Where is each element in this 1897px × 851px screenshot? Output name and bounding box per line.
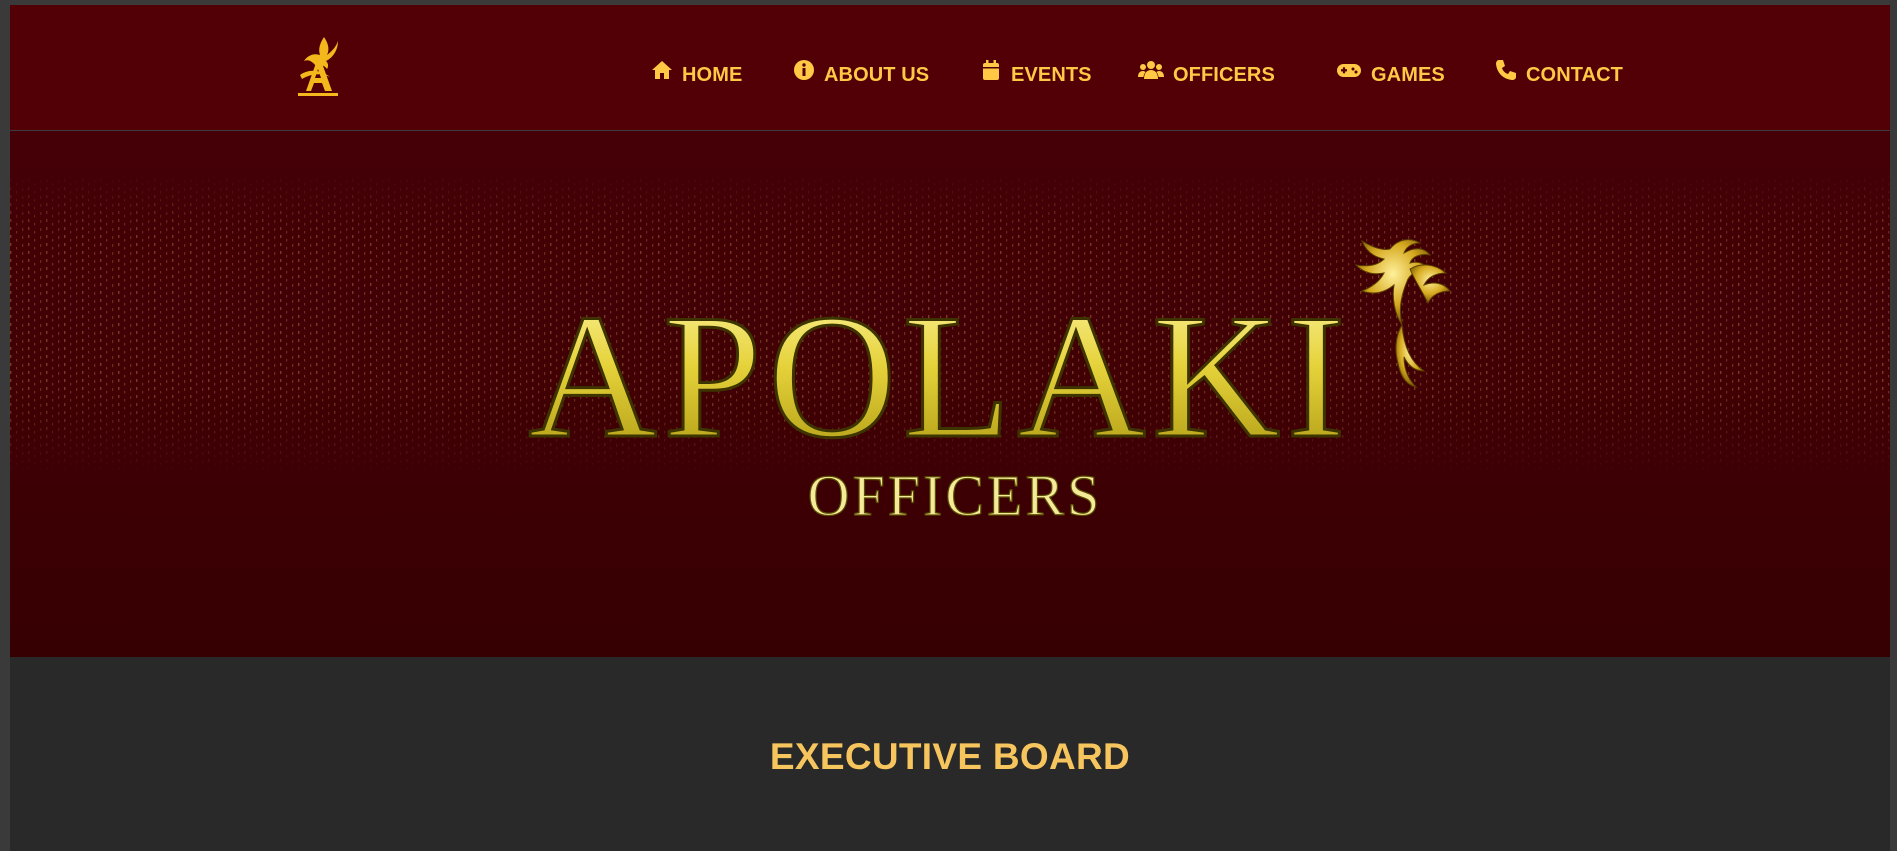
nav-about-us-label: ABOUT US xyxy=(824,63,930,86)
phone-icon xyxy=(1495,59,1517,81)
home-icon xyxy=(651,59,673,81)
nav-officers[interactable]: OFFICERS xyxy=(1138,55,1275,95)
top-navbar: HOME ABOUT US EVENTS OFFICERS GAMES CONT… xyxy=(10,5,1890,131)
nav-events[interactable]: EVENTS xyxy=(980,55,1092,95)
hero-title: APOLAKI xyxy=(528,277,1351,475)
gamepad-icon xyxy=(1336,59,1362,81)
nav-events-label: EVENTS xyxy=(1011,63,1092,86)
nav-games-label: GAMES xyxy=(1371,63,1445,86)
hero-graphic: APOLAKI OFFICERS xyxy=(10,171,1890,531)
hero-subtitle: OFFICERS xyxy=(808,463,1103,528)
nav-contact-label: CONTACT xyxy=(1526,63,1623,86)
users-icon xyxy=(1138,59,1164,81)
executive-board-heading: EXECUTIVE BOARD xyxy=(769,735,1131,777)
nav-home[interactable]: HOME xyxy=(651,55,742,95)
hero-banner: APOLAKI OFFICERS xyxy=(10,131,1890,657)
phoenix-a-logo-icon[interactable] xyxy=(294,33,342,101)
calendar-icon xyxy=(980,59,1002,81)
nav-games[interactable]: GAMES xyxy=(1336,55,1445,95)
nav-officers-label: OFFICERS xyxy=(1173,63,1275,86)
nav-home-label: HOME xyxy=(682,63,743,86)
page-frame: HOME ABOUT US EVENTS OFFICERS GAMES CONT… xyxy=(10,5,1890,851)
info-circle-icon xyxy=(793,59,815,81)
nav-contact[interactable]: CONTACT xyxy=(1495,55,1623,95)
nav-about-us[interactable]: ABOUT US xyxy=(793,55,929,95)
